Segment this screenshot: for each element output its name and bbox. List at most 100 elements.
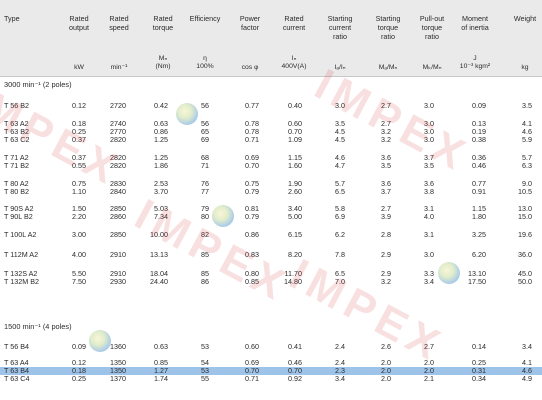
cell-weight: 5.9 bbox=[522, 135, 532, 144]
cell-pf: 0.79 bbox=[245, 187, 259, 196]
column-unit-potr: Mₖ/Mₙ bbox=[422, 64, 442, 71]
cell-eff: 55 bbox=[201, 374, 209, 383]
cell-moi: 3.25 bbox=[472, 230, 486, 239]
column-unit-moi: J 10⁻³ kgm² bbox=[459, 55, 491, 70]
cell-potr: 3.4 bbox=[424, 277, 434, 286]
cell-eff: 80 bbox=[201, 212, 209, 221]
column-unit-pf: cos φ bbox=[241, 64, 259, 71]
globe-logo-icon bbox=[212, 205, 234, 227]
cell-scr: 4.7 bbox=[335, 161, 345, 170]
column-unit-scr: Iₐ/Iₙ bbox=[334, 64, 346, 71]
cell-speed: 2930 bbox=[110, 277, 126, 286]
cell-speed: 2860 bbox=[110, 212, 126, 221]
cell-moi: 0.14 bbox=[472, 342, 486, 351]
cell-output: 2.20 bbox=[72, 212, 86, 221]
cell-type: T 71 B2 bbox=[4, 161, 30, 170]
cell-torque: 13.13 bbox=[150, 250, 168, 259]
cell-moi: 0.38 bbox=[472, 135, 486, 144]
cell-current: 0.92 bbox=[288, 374, 302, 383]
cell-torque: 1.25 bbox=[154, 135, 168, 144]
cell-eff: 56 bbox=[201, 101, 209, 110]
cell-output: 4.00 bbox=[72, 250, 86, 259]
cell-moi: 1.80 bbox=[472, 212, 486, 221]
cell-scr: 7.0 bbox=[335, 277, 345, 286]
cell-eff: 82 bbox=[201, 230, 209, 239]
column-unit-weight: kg bbox=[521, 64, 529, 71]
cell-potr: 3.5 bbox=[424, 161, 434, 170]
cell-output: 0.37 bbox=[72, 135, 86, 144]
cell-moi: 17.50 bbox=[468, 277, 486, 286]
cell-speed: 2910 bbox=[110, 250, 126, 259]
cell-potr: 3.8 bbox=[424, 187, 434, 196]
cell-type: T 63 C2 bbox=[4, 135, 30, 144]
cell-current: 1.60 bbox=[288, 161, 302, 170]
cell-weight: 15.0 bbox=[518, 212, 532, 221]
cell-scr: 3.4 bbox=[335, 374, 345, 383]
cell-str: 3.9 bbox=[381, 212, 391, 221]
cell-eff: 86 bbox=[201, 277, 209, 286]
cell-weight: 19.6 bbox=[518, 230, 532, 239]
cell-type: T 63 C4 bbox=[4, 374, 30, 383]
cell-torque: 0.42 bbox=[154, 101, 168, 110]
column-header-potr: Pull-out torque ratio bbox=[419, 14, 445, 41]
column-header-weight: Weight bbox=[513, 14, 537, 23]
cell-type: T 80 B2 bbox=[4, 187, 30, 196]
cell-scr: 6.9 bbox=[335, 212, 345, 221]
cell-str: 3.5 bbox=[381, 161, 391, 170]
column-header-moi: Moment of inertia bbox=[461, 14, 489, 32]
cell-potr: 3.0 bbox=[424, 135, 434, 144]
cell-pf: 0.86 bbox=[245, 230, 259, 239]
cell-eff: 71 bbox=[201, 161, 209, 170]
cell-current: 0.41 bbox=[288, 342, 302, 351]
cell-scr: 7.8 bbox=[335, 250, 345, 259]
cell-str: 2.7 bbox=[381, 101, 391, 110]
cell-str: 2.0 bbox=[381, 374, 391, 383]
cell-str: 3.7 bbox=[381, 187, 391, 196]
column-header-output: Rated output bbox=[69, 14, 89, 32]
cell-weight: 4.9 bbox=[522, 374, 532, 383]
column-header-scr: Starting current ratio bbox=[327, 14, 353, 41]
cell-potr: 2.7 bbox=[424, 342, 434, 351]
watermark-text: IMPEX bbox=[306, 60, 478, 182]
cell-current: 8.20 bbox=[288, 250, 302, 259]
cell-type: T 112M A2 bbox=[4, 250, 39, 259]
cell-weight: 36.0 bbox=[518, 250, 532, 259]
column-header-torque: Rated torque bbox=[152, 14, 174, 32]
header-divider bbox=[0, 76, 542, 77]
cell-current: 2.60 bbox=[288, 187, 302, 196]
globe-logo-icon bbox=[176, 103, 198, 125]
cell-scr: 3.0 bbox=[335, 101, 345, 110]
cell-torque: 24.40 bbox=[150, 277, 168, 286]
cell-moi: 0.46 bbox=[472, 161, 486, 170]
column-unit-speed: min⁻¹ bbox=[110, 64, 128, 71]
cell-output: 0.55 bbox=[72, 161, 86, 170]
cell-type: T 56 B4 bbox=[4, 342, 30, 351]
cell-type: T 100L A2 bbox=[4, 230, 37, 239]
cell-str: 2.6 bbox=[381, 342, 391, 351]
cell-eff: 85 bbox=[201, 250, 209, 259]
cell-weight: 6.3 bbox=[522, 161, 532, 170]
cell-potr: 4.0 bbox=[424, 212, 434, 221]
cell-weight: 3.4 bbox=[522, 342, 532, 351]
cell-moi: 0.34 bbox=[472, 374, 486, 383]
cell-current: 5.00 bbox=[288, 212, 302, 221]
column-unit-current: Iₙ 400V(A) bbox=[281, 55, 307, 70]
cell-torque: 10.00 bbox=[150, 230, 168, 239]
cell-pf: 0.85 bbox=[245, 277, 259, 286]
cell-str: 2.8 bbox=[381, 230, 391, 239]
column-header-type: Type bbox=[4, 14, 20, 23]
cell-torque: 1.86 bbox=[154, 161, 168, 170]
cell-output: 0.09 bbox=[72, 342, 86, 351]
cell-type: T 90L B2 bbox=[4, 212, 33, 221]
cell-pf: 0.83 bbox=[245, 250, 259, 259]
cell-pf: 0.60 bbox=[245, 342, 259, 351]
cell-eff: 53 bbox=[201, 342, 209, 351]
cell-eff: 77 bbox=[201, 187, 209, 196]
cell-pf: 0.70 bbox=[245, 161, 259, 170]
column-unit-torque: Mₙ (Nm) bbox=[155, 55, 171, 70]
cell-output: 0.25 bbox=[72, 374, 86, 383]
cell-moi: 0.09 bbox=[472, 101, 486, 110]
cell-moi: 0.91 bbox=[472, 187, 486, 196]
cell-current: 0.40 bbox=[288, 101, 302, 110]
cell-weight: 50.0 bbox=[518, 277, 532, 286]
